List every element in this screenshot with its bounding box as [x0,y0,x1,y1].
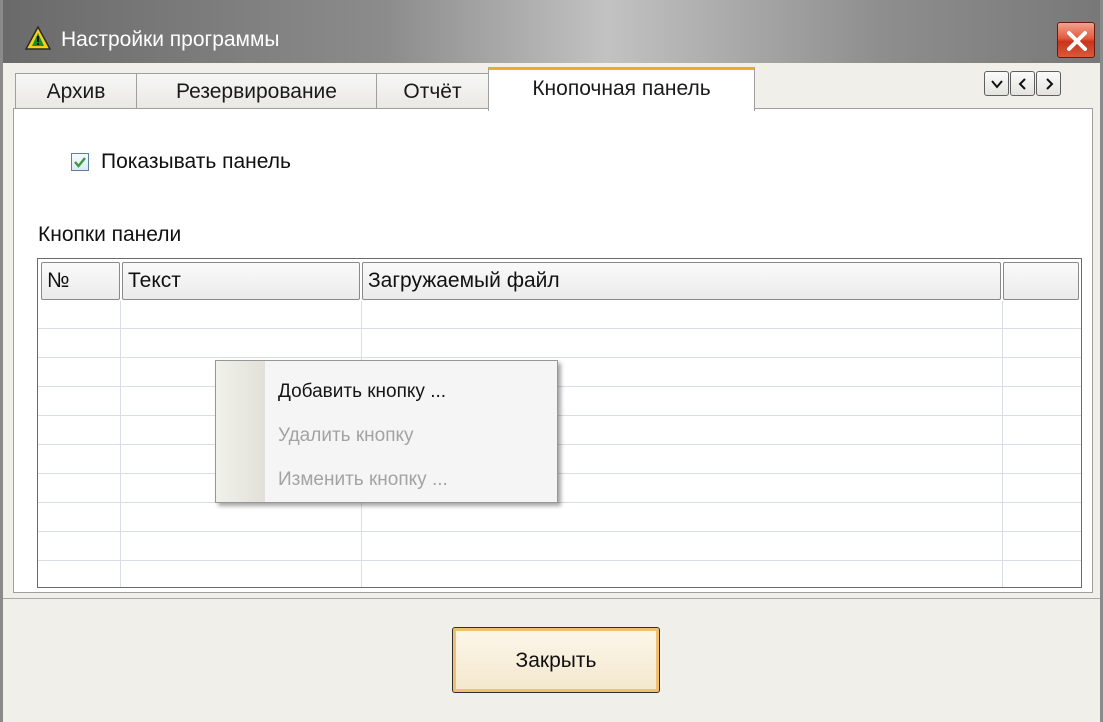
show-panel-label: Показывать панель [101,150,291,173]
tab-report[interactable]: Отчёт [376,73,489,109]
panel-buttons-label: Кнопки панели [38,223,182,246]
tab-content-panel: Показывать панель Кнопки панели № Текст … [13,108,1093,593]
tab-scroll-right-button[interactable] [1036,71,1061,96]
column-header-extra[interactable] [1003,262,1079,300]
panel-buttons-grid[interactable]: № Текст Загружаемый файл [37,258,1082,588]
menu-item-add-button[interactable]: Добавить кнопку ... [278,381,446,403]
tab-archive[interactable]: Архив [15,73,137,109]
column-header-number[interactable]: № [41,262,120,300]
menu-item-delete-button[interactable]: Удалить кнопку [278,425,414,447]
footer-separator [3,598,1100,599]
column-header-file[interactable]: Загружаемый файл [362,262,1001,300]
window-close-button[interactable] [1057,22,1095,58]
tab-backup[interactable]: Резервирование [136,73,377,109]
grid-body[interactable] [38,301,1081,587]
show-panel-option[interactable]: Показывать панель [71,150,291,174]
show-panel-checkbox[interactable] [71,153,89,171]
menu-item-edit-button[interactable]: Изменить кнопку ... [278,469,448,491]
column-header-text[interactable]: Текст [122,262,360,300]
tab-strip: Архив Резервирование Отчёт Кнопочная пан… [3,63,1100,111]
menu-icon-gutter [216,361,265,502]
tab-scroll-left-button[interactable] [1010,71,1035,96]
title-bar[interactable]: Настройки программы [3,0,1100,63]
grid-header: № Текст Загружаемый файл [41,262,1079,300]
close-button[interactable]: Закрыть [452,627,660,693]
window-title: Настройки программы [61,28,280,51]
grid-context-menu: Добавить кнопку ... Удалить кнопку Измен… [215,360,558,503]
warning-triangle-icon [24,25,52,50]
settings-window: Настройки программы Архив Резервирование… [0,0,1103,722]
tab-list-button[interactable] [984,71,1009,96]
tab-button-panel[interactable]: Кнопочная панель [488,67,755,111]
